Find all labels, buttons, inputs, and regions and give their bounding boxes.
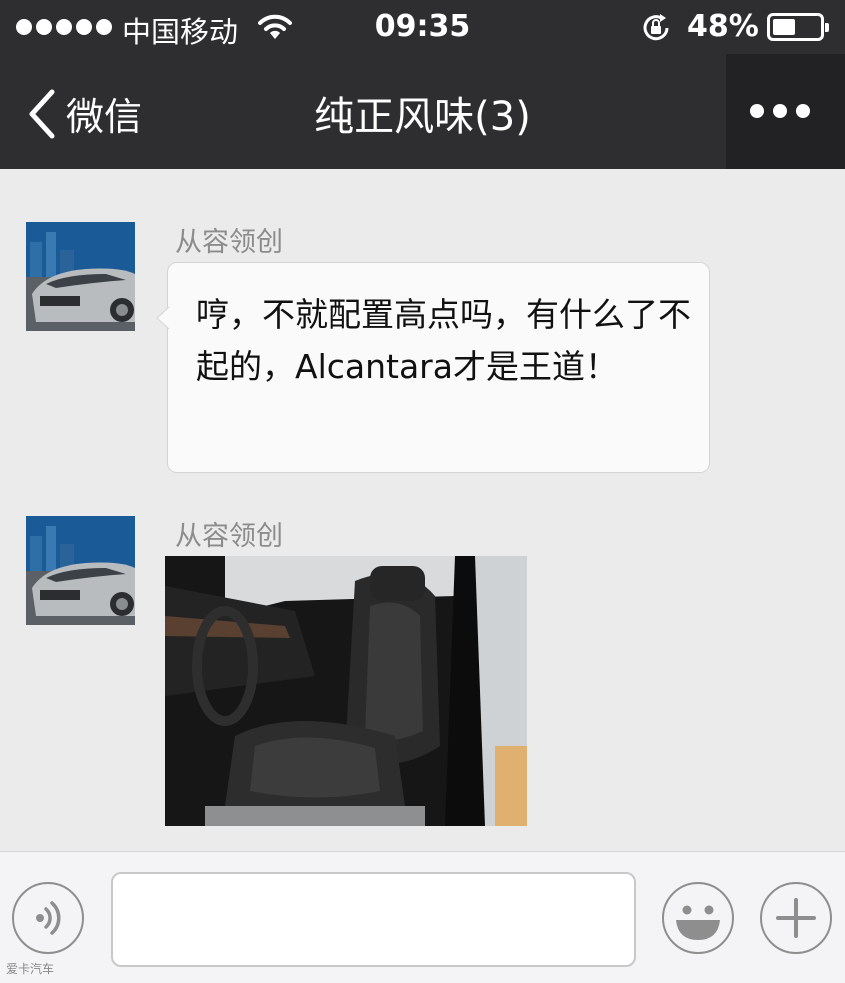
- message-bubble[interactable]: 哼，不就配置高点吗，有什么了不起的，Alcantara才是王道！: [156, 262, 710, 473]
- plus-button[interactable]: [760, 882, 832, 954]
- car-avatar-image: [26, 516, 135, 625]
- message-text: 哼，不就配置高点吗，有什么了不起的，Alcantara才是王道！: [196, 295, 691, 386]
- voice-button[interactable]: [12, 882, 84, 954]
- plus-icon: [776, 898, 816, 938]
- emoji-icon: [676, 905, 720, 940]
- input-bar: [0, 851, 845, 983]
- more-dots-icon[interactable]: [750, 104, 810, 118]
- car-avatar-image: [26, 222, 135, 331]
- voice-icon: [36, 901, 61, 935]
- battery-percent: 48%: [687, 9, 759, 44]
- nav-bar: 微信 纯正风味(3): [0, 54, 845, 169]
- chat-title: 纯正风味(3): [314, 94, 531, 140]
- emoji-button[interactable]: [662, 882, 734, 954]
- bubble-tail: [156, 306, 170, 330]
- avatar[interactable]: [26, 222, 135, 331]
- car-seat-image: [165, 556, 527, 826]
- sender-name: 从容领创: [175, 521, 283, 552]
- watermark: 爱卡汽车: [6, 962, 55, 976]
- message-input[interactable]: [111, 872, 636, 967]
- avatar[interactable]: [26, 516, 135, 625]
- car-seat-interior-photo[interactable]: [165, 556, 527, 826]
- sender-name: 从容领创: [175, 227, 283, 258]
- battery-fill: [773, 19, 795, 35]
- status-bar: 中国移动 09:35 48%: [0, 0, 845, 54]
- rotation-lock-icon: [643, 14, 669, 41]
- battery-icon: [767, 13, 829, 41]
